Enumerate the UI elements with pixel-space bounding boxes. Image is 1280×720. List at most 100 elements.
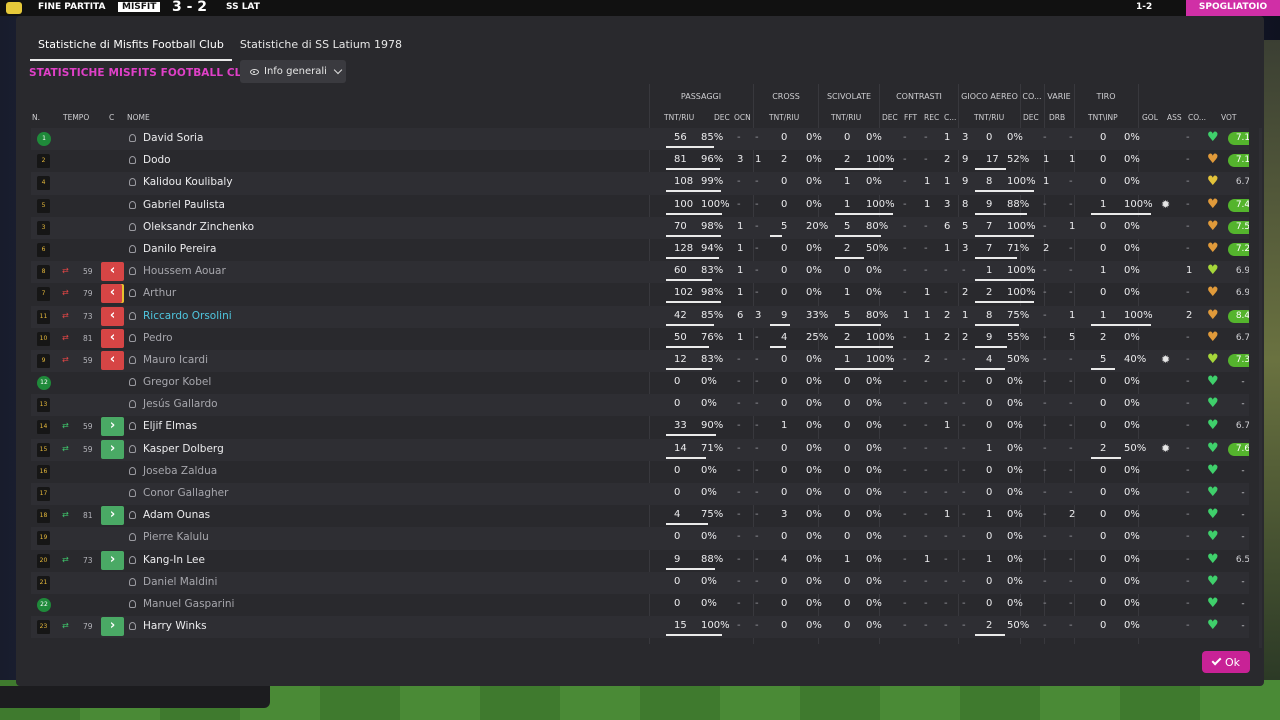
table-row[interactable]: 1 David Soria 56 85% - -0 0% 0 0% - -1 3 0 0% - -0 0% - ♥ 7…: [31, 128, 1249, 151]
player-name[interactable]: Harry Winks: [143, 620, 207, 632]
pass-attempted: 14: [674, 442, 687, 454]
condition-heart-icon: ♥: [1207, 307, 1219, 323]
table-row[interactable]: 2 Dodo 81 96% 3 1 2 0% 2 100% - -2 9 17 52% 1 1 0 0% - ♥ 7.1: [31, 150, 1249, 172]
table-row[interactable]: 12 Gregor Kobel 0 0% - - 0 0% 0 0% - - - - 0 0% - - 0 0% - ♥ -: [31, 372, 1249, 394]
substitution-in-button[interactable]: ›: [101, 617, 124, 637]
player-name[interactable]: Arthur: [143, 287, 176, 299]
table-row[interactable]: 13 Jesús Gallardo 0 0% - - 0 0% 0 0% - - - - 0 0% - - 0 0% -…: [31, 394, 1249, 417]
col-header-con-fft[interactable]: FFT: [904, 113, 917, 122]
table-row[interactable]: 20 ⇄ 73 › Kang-In Lee 9 88% - - 4 0% 1 0% - 1 - - 1 0% - - 0 0…: [31, 550, 1249, 572]
table-row[interactable]: 7 ⇄ 79 ‹ Arthur 102 98% 1-0 0% 1 0% -1-2 2 100% - -0 0% -…: [31, 283, 1249, 305]
substitution-in-button[interactable]: ›: [101, 550, 124, 570]
player-name[interactable]: Gabriel Paulista: [143, 199, 225, 211]
col-header-time[interactable]: TEMPO: [63, 113, 89, 122]
substitution-out-button[interactable]: ‹: [101, 350, 124, 370]
player-name[interactable]: Houssem Aouar: [143, 265, 226, 277]
col-header-aerial-attempted[interactable]: TNT/RIU: [974, 113, 1004, 122]
table-row[interactable]: 9 ⇄ 59 ‹ Mauro Icardi 12 83% - -0 0% 1 100% -2- -4 50%…: [31, 349, 1249, 373]
table-scrollbar[interactable]: [1259, 128, 1262, 648]
table-row[interactable]: 5 Gabriel Paulista 100 100% - -0 0% 1 100% -1 3 8 9 8…: [31, 195, 1249, 217]
ok-button[interactable]: Ok: [1202, 651, 1250, 673]
player-name[interactable]: Eljif Elmas: [143, 420, 197, 432]
table-row[interactable]: 21 Daniel Maldini 0 0% - - 0 0% 0 0% - - - - 0 0% - - 0 0% -…: [31, 571, 1249, 594]
substitution-out-button[interactable]: ‹: [101, 328, 124, 348]
col-header-pass-ocn[interactable]: OCN: [734, 113, 751, 122]
player-name[interactable]: Gregor Kobel: [143, 376, 211, 388]
col-header-con-rec[interactable]: REC: [924, 113, 939, 122]
col-header-co-dec[interactable]: DEC: [1023, 113, 1039, 122]
percent-bar: [666, 256, 719, 259]
player-name[interactable]: Pedro: [143, 332, 173, 344]
col-header-rating[interactable]: VOT: [1221, 113, 1236, 122]
table-row[interactable]: 3 Oleksandr Zinchenko 70 98% 1-5 20% 5 80% - -6 5 7…: [31, 216, 1249, 239]
table-row[interactable]: 17 Conor Gallagher 0 0% - - 0 0% 0 0% - - - - 0 0% - - 0 0%…: [31, 483, 1249, 506]
player-name[interactable]: Riccardo Orsolini: [143, 310, 232, 322]
player-name[interactable]: Dodo: [143, 154, 171, 166]
col-header-name[interactable]: NOME: [127, 113, 150, 122]
rating-badge: -: [1241, 465, 1245, 476]
player-name[interactable]: Kalidou Koulibaly: [143, 176, 233, 188]
col-header-goals[interactable]: GOL: [1142, 113, 1158, 122]
col-header-dribbles[interactable]: DRB: [1049, 113, 1065, 122]
substitution-out-button[interactable]: ‹: [101, 262, 124, 282]
substitution-in-button[interactable]: ›: [101, 439, 124, 459]
player-name[interactable]: Mauro Icardi: [143, 354, 208, 366]
col-header-condition[interactable]: CO...: [1188, 113, 1206, 122]
tackle-percent: 0%: [866, 487, 882, 498]
col-header-cross-attempted[interactable]: TNT/RIU: [769, 113, 799, 122]
col-header-con-dec[interactable]: DEC: [882, 113, 898, 122]
view-selector-dropdown[interactable]: Info generali: [240, 60, 346, 83]
substitution-in-button[interactable]: ›: [101, 417, 124, 437]
player-name[interactable]: Manuel Gasparini: [143, 598, 234, 610]
tackle-percent: 0%: [866, 287, 882, 299]
aerial-percent: 0%: [1007, 487, 1023, 498]
col-header-shots[interactable]: TNT\INP: [1088, 113, 1118, 122]
player-head-icon: [129, 400, 136, 409]
co-dec: -: [1043, 198, 1047, 210]
table-row[interactable]: 8 ⇄ 59 ‹ Houssem Aouar 60 83% 1-0 0% 0 0% - - - -1 100%…: [31, 261, 1249, 284]
col-header-assists[interactable]: ASS: [1167, 113, 1182, 122]
table-row[interactable]: 22 Manuel Gasparini 0 0% - - 0 0% 0 0% - - - - 0 0% - - 0 0…: [31, 594, 1249, 616]
table-row[interactable]: 10 ⇄ 81 ‹ Pedro 50 76% 1-4 25% 2 100% -1 2 2 9 55% -5 2 0%…: [31, 328, 1249, 350]
player-name[interactable]: Kasper Dolberg: [143, 443, 224, 455]
table-row[interactable]: 16 Joseba Zaldua 0 0% - - 0 0% 0 0% - - - - 0 0% - - 0 0% - ♥…: [31, 461, 1249, 483]
player-name[interactable]: Jesús Gallardo: [143, 398, 218, 410]
assists: 1: [1186, 265, 1193, 277]
player-name[interactable]: Danilo Pereira: [143, 243, 216, 255]
player-name[interactable]: David Soria: [143, 132, 203, 144]
table-row[interactable]: 11 ⇄ 73 ‹ Riccardo Orsolini 42 85% 6 3 9 33% 5 80% 1 1…: [31, 305, 1249, 328]
pass-dec: 1: [737, 242, 744, 254]
dressing-room-button[interactable]: SPOGLIATOIO: [1186, 0, 1280, 16]
table-row[interactable]: 19 Pierre Kalulu 0 0% - - 0 0% 0 0% - - - - 0 0% - - 0 0% - ♥…: [31, 527, 1249, 550]
shots-attempted: 0: [1100, 242, 1107, 254]
table-row[interactable]: 4 Kalidou Koulibaly 108 99% - -0 0% 1 0% -1 1 9 8 100…: [31, 172, 1249, 195]
col-header-pass-attempted[interactable]: TNT/RIU: [664, 113, 694, 122]
con-c: 5: [962, 220, 969, 232]
player-name[interactable]: Conor Gallagher: [143, 487, 228, 499]
substitution-out-button[interactable]: ‹: [101, 284, 124, 304]
substitution-out-button[interactable]: ‹: [101, 306, 124, 326]
col-header-tackle-attempted[interactable]: TNT/RIU: [831, 113, 861, 122]
player-head-icon: [129, 178, 136, 187]
table-row[interactable]: 15 ⇄ 59 › Kasper Dolberg 14 71% - - 0 0% 0 0% - - - - 1 0%…: [31, 438, 1249, 461]
player-name[interactable]: Joseba Zaldua: [143, 465, 217, 477]
tab-latium-stats[interactable]: Statistiche di SS Latium 1978: [232, 38, 410, 61]
table-row[interactable]: 23 ⇄ 79 › Harry Winks 15 100% - -0 0% 0 0% - - - -2 50% -…: [31, 616, 1249, 639]
table-row[interactable]: 6 Danilo Pereira 128 94% 1-0 0% 2 50% - -1 3 7 71% 2-…: [31, 239, 1249, 261]
rating-badge: 6.9: [1235, 288, 1249, 299]
tab-misfits-stats[interactable]: Statistiche di Misfits Football Club: [30, 38, 232, 61]
shots-attempted: 0: [1100, 287, 1107, 299]
player-name[interactable]: Oleksandr Zinchenko: [143, 221, 254, 233]
col-header-c[interactable]: C: [109, 113, 114, 122]
col-header-pass-dec[interactable]: DEC: [714, 113, 730, 122]
col-header-con-c[interactable]: C...: [944, 113, 956, 122]
player-name[interactable]: Pierre Kalulu: [143, 531, 209, 543]
percent-bar: [975, 190, 1034, 193]
player-name[interactable]: Kang-In Lee: [143, 554, 205, 566]
substitution-in-button[interactable]: ›: [101, 506, 124, 526]
table-row[interactable]: 14 ⇄ 59 › Eljif Elmas 33 90% - -1 0% 0 0% - -1-0 0% - -0…: [31, 416, 1249, 438]
table-row[interactable]: 18 ⇄ 81 › Adam Ounas 4 75% - -3 0% 0 0% - -1-1 0% -2 0 0%…: [31, 505, 1249, 527]
player-name[interactable]: Adam Ounas: [143, 509, 210, 521]
col-header-number[interactable]: N.: [32, 113, 40, 122]
player-name[interactable]: Daniel Maldini: [143, 576, 217, 588]
